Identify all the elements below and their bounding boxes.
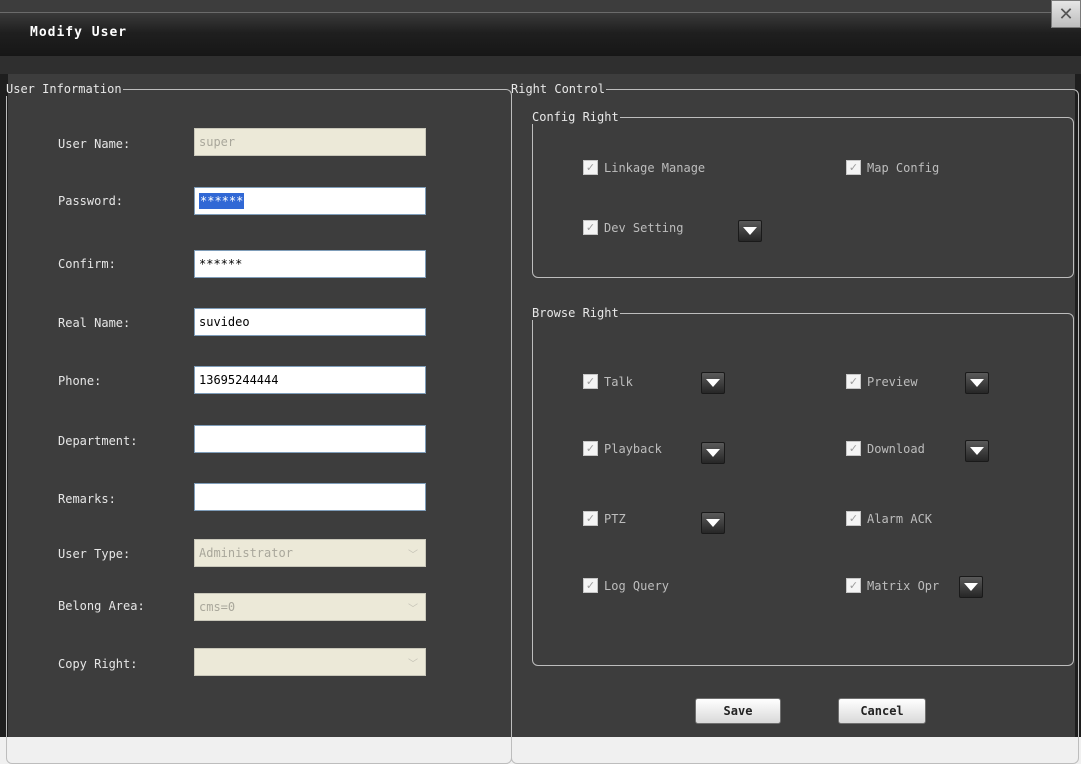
alarm-ack-label: Alarm ACK: [867, 511, 933, 526]
config-right-group: Config Right: [532, 110, 1074, 278]
preview-dropdown-button[interactable]: [965, 372, 989, 394]
talk-checkbox[interactable]: ✓ Talk: [583, 374, 633, 389]
map-config-label: Map Config: [867, 160, 940, 175]
user-information-legend: User Information: [6, 82, 122, 96]
real-name-label: Real Name:: [58, 316, 131, 330]
browse-right-legend: Browse Right: [532, 306, 619, 320]
check-icon: ✓: [583, 160, 598, 175]
user-name-label: User Name:: [58, 137, 131, 151]
belong-area-label: Belong Area:: [58, 599, 145, 613]
triangle-down-icon: [706, 379, 720, 387]
confirm-label: Confirm:: [58, 257, 116, 271]
password-value: ******: [199, 193, 245, 209]
preview-checkbox[interactable]: ✓ Preview: [846, 374, 918, 389]
cancel-button[interactable]: Cancel: [838, 698, 926, 724]
department-field[interactable]: [194, 425, 426, 453]
linkage-manage-label: Linkage Manage: [604, 160, 706, 175]
ptz-checkbox[interactable]: ✓ PTZ: [583, 511, 626, 526]
user-type-select[interactable]: Administrator ﹀: [194, 539, 426, 567]
chevron-down-icon[interactable]: ﹀: [402, 541, 424, 565]
user-type-value: Administrator: [199, 546, 293, 560]
ptz-label: PTZ: [604, 511, 626, 526]
triangle-down-icon: [743, 227, 757, 235]
playback-checkbox[interactable]: ✓ Playback: [583, 441, 662, 456]
real-name-value: suvideo: [199, 315, 250, 329]
dialog-body: User Information User Name: Password: Co…: [6, 74, 1079, 764]
password-label: Password:: [58, 194, 124, 208]
close-button[interactable]: ✕: [1051, 0, 1081, 28]
matrix-opr-checkbox[interactable]: ✓ Matrix Opr: [846, 578, 939, 593]
check-icon: ✓: [583, 441, 598, 456]
real-name-field[interactable]: suvideo: [194, 308, 426, 336]
modify-user-dialog: Modify User ✕ User Information User Name…: [0, 0, 1081, 764]
remarks-field[interactable]: [194, 483, 426, 511]
chevron-down-icon[interactable]: ﹀: [402, 650, 424, 674]
chevron-down-icon[interactable]: ﹀: [402, 595, 424, 619]
preview-label: Preview: [867, 374, 918, 389]
check-icon: ✓: [846, 578, 861, 593]
talk-dropdown-button[interactable]: [701, 372, 725, 394]
ptz-dropdown-button[interactable]: [701, 512, 725, 534]
right-control-legend: Right Control: [511, 82, 605, 96]
linkage-manage-checkbox[interactable]: ✓ Linkage Manage: [583, 160, 705, 175]
playback-dropdown-button[interactable]: [701, 442, 725, 464]
user-type-label: User Type:: [58, 547, 131, 561]
triangle-down-icon: [970, 379, 984, 387]
belong-area-value: cms=0: [199, 600, 236, 614]
browse-right-group: Browse Right: [532, 306, 1074, 666]
copy-right-label: Copy Right:: [58, 657, 138, 671]
phone-label: Phone:: [58, 374, 102, 388]
copy-right-select[interactable]: ﹀: [194, 648, 426, 676]
check-icon: ✓: [846, 160, 861, 175]
window-title: Modify User: [30, 25, 128, 40]
save-button[interactable]: Save: [695, 698, 781, 724]
log-query-checkbox[interactable]: ✓ Log Query: [583, 578, 669, 593]
matrix-opr-dropdown-button[interactable]: [959, 576, 983, 598]
matrix-opr-label: Matrix Opr: [867, 578, 940, 593]
check-icon: ✓: [846, 441, 861, 456]
check-icon: ✓: [846, 374, 861, 389]
triangle-down-icon: [706, 449, 720, 457]
download-checkbox[interactable]: ✓ Download: [846, 441, 925, 456]
check-icon: ✓: [583, 511, 598, 526]
remarks-label: Remarks:: [58, 492, 116, 506]
belong-area-select[interactable]: cms=0 ﹀: [194, 593, 426, 621]
config-right-legend: Config Right: [532, 110, 619, 124]
alarm-ack-checkbox[interactable]: ✓ Alarm ACK: [846, 511, 932, 526]
check-icon: ✓: [583, 220, 598, 235]
dev-setting-checkbox[interactable]: ✓ Dev Setting: [583, 220, 683, 235]
dev-setting-label: Dev Setting: [604, 220, 684, 235]
phone-value: 13695244444: [199, 373, 279, 387]
check-icon: ✓: [846, 511, 861, 526]
download-label: Download: [867, 441, 925, 456]
playback-label: Playback: [604, 441, 662, 456]
confirm-value: ******: [199, 257, 243, 271]
download-dropdown-button[interactable]: [965, 440, 989, 462]
log-query-label: Log Query: [604, 578, 670, 593]
triangle-down-icon: [964, 583, 978, 591]
department-label: Department:: [58, 434, 138, 448]
user-name-value: super: [199, 135, 236, 149]
talk-label: Talk: [604, 374, 633, 389]
check-icon: ✓: [583, 578, 598, 593]
map-config-checkbox[interactable]: ✓ Map Config: [846, 160, 939, 175]
close-icon: ✕: [1058, 3, 1074, 25]
user-name-field[interactable]: super: [194, 128, 426, 156]
title-strip: [0, 56, 1081, 74]
dev-setting-dropdown-button[interactable]: [738, 220, 762, 242]
title-bar[interactable]: Modify User: [0, 12, 1081, 57]
confirm-field[interactable]: ******: [194, 250, 426, 278]
phone-field[interactable]: 13695244444: [194, 366, 426, 394]
triangle-down-icon: [970, 447, 984, 455]
check-icon: ✓: [583, 374, 598, 389]
password-field[interactable]: ******: [194, 187, 426, 215]
triangle-down-icon: [706, 519, 720, 527]
